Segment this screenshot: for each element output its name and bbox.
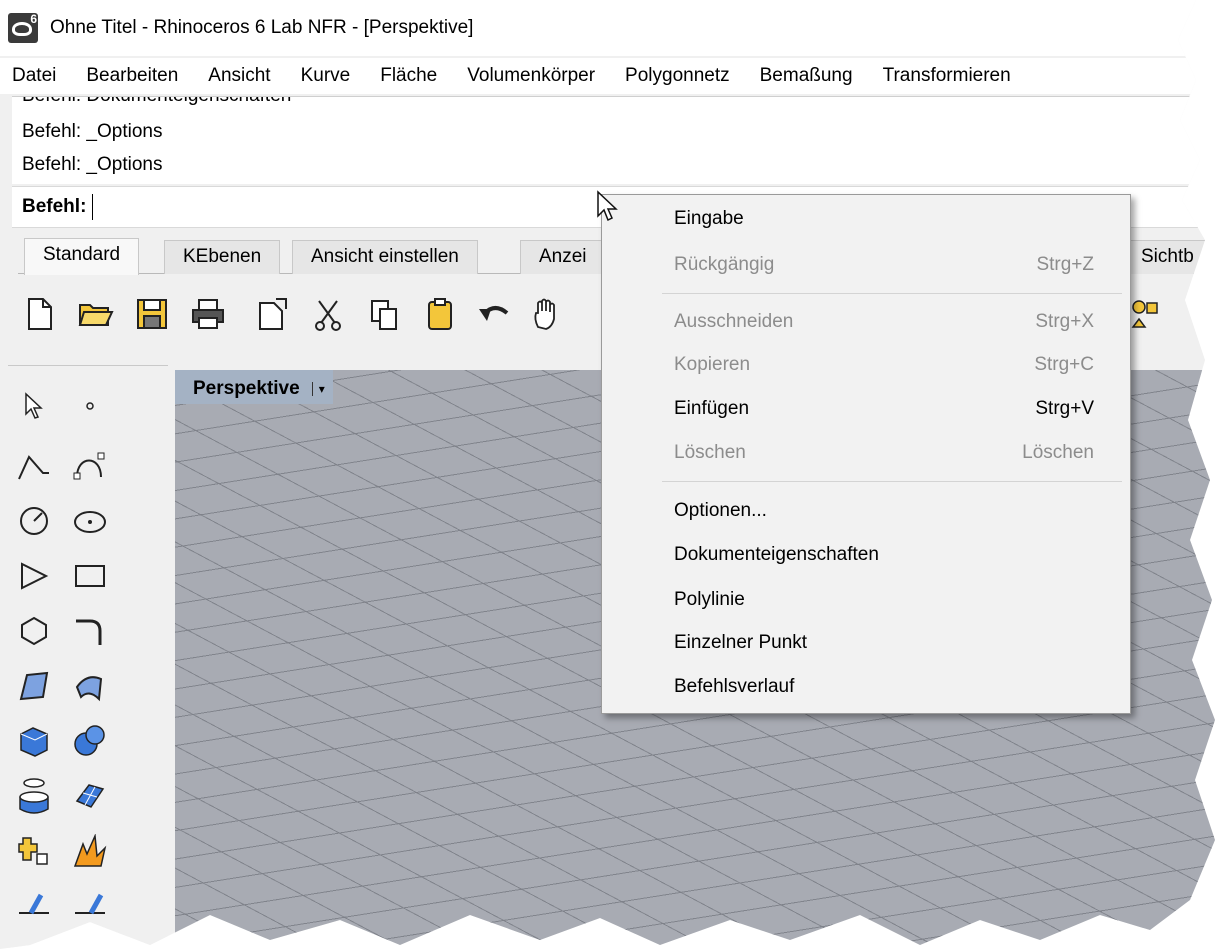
command-history[interactable]: Befehl: Dokumenteigenschaften Befehl: _O… <box>12 96 1212 184</box>
menu-item-ausschneiden[interactable]: Ausschneiden Strg+X <box>674 302 1094 342</box>
menu-item-einzelner-punkt[interactable]: Einzelner Punkt <box>674 623 1094 663</box>
fillet-icon[interactable] <box>70 611 110 651</box>
history-line: Befehl: _Options <box>22 154 163 175</box>
command-prompt-label: Befehl: <box>22 196 87 217</box>
box-icon[interactable] <box>14 721 54 761</box>
menu-item-label: Löschen <box>674 442 746 463</box>
menu-flaeche[interactable]: Fläche <box>380 65 437 87</box>
menu-item-label: Optionen... <box>674 500 767 521</box>
menu-item-label: Dokumenteigenschaften <box>674 544 879 565</box>
menu-transformieren[interactable]: Transformieren <box>883 65 1011 87</box>
sphere-icon[interactable] <box>70 721 110 761</box>
menu-item-dokumenteigenschaften[interactable]: Dokumenteigenschaften <box>674 535 1094 575</box>
rhino-window: Ohne Titel - Rhinoceros 6 Lab NFR - [Per… <box>0 0 1215 949</box>
tab-anzeige[interactable]: Anzei <box>520 240 606 274</box>
boolean-icon[interactable] <box>70 831 110 871</box>
viewport-label: Perspektive <box>193 378 300 399</box>
menu-item-shortcut: Strg+X <box>1035 311 1094 332</box>
left-toolbar <box>8 365 168 949</box>
mouse-cursor-icon <box>596 190 622 224</box>
menu-separator <box>662 293 1122 294</box>
menu-item-label: Polylinie <box>674 589 745 610</box>
polygon-icon[interactable] <box>14 611 54 651</box>
point-icon[interactable] <box>70 386 110 426</box>
import-icon[interactable] <box>254 296 290 332</box>
menu-kurve[interactable]: Kurve <box>301 65 351 87</box>
print-icon[interactable] <box>190 296 226 332</box>
rhino-app-icon[interactable] <box>8 12 38 43</box>
menu-item-loeschen[interactable]: Löschen Löschen <box>674 433 1094 473</box>
menu-item-label: Rückgängig <box>674 254 775 275</box>
menu-datei[interactable]: Datei <box>12 65 56 87</box>
select-arrow-icon[interactable] <box>14 386 54 426</box>
history-line: Befehl: _Options <box>22 121 163 142</box>
menu-item-polylinie[interactable]: Polylinie <box>674 580 1094 620</box>
menu-item-label: Kopieren <box>674 354 751 375</box>
explode-icon[interactable] <box>14 831 54 871</box>
menu-item-optionen[interactable]: Optionen... <box>674 491 1094 531</box>
menu-item-label: Ausschneiden <box>674 311 794 332</box>
arc-icon[interactable] <box>14 556 54 596</box>
menu-separator <box>662 481 1122 482</box>
title-bar: Ohne Titel - Rhinoceros 6 Lab NFR - [Per… <box>0 0 1215 56</box>
menu-item-label: Eingabe <box>674 208 744 229</box>
tab-standard[interactable]: Standard <box>24 238 140 275</box>
surface-points-icon[interactable] <box>14 666 54 706</box>
menu-item-eingabe[interactable]: Eingabe <box>674 199 1094 239</box>
dim-left-icon[interactable] <box>14 886 54 926</box>
menu-volumenkoerper[interactable]: Volumenkörper <box>467 65 595 87</box>
menu-bemassung[interactable]: Bemaßung <box>760 65 853 87</box>
rectangle-icon[interactable] <box>70 556 110 596</box>
dim-right-icon[interactable] <box>70 886 110 926</box>
save-icon[interactable] <box>134 296 170 332</box>
menu-polygonnetz[interactable]: Polygonnetz <box>625 65 730 87</box>
viewport-tab[interactable]: Perspektive ▾ <box>175 370 333 404</box>
surface-edge-icon[interactable] <box>70 666 110 706</box>
new-file-icon[interactable] <box>22 296 58 332</box>
open-folder-icon[interactable] <box>78 296 114 332</box>
menu-bar: Datei Bearbeiten Ansicht Kurve Fläche Vo… <box>0 58 1215 94</box>
menu-item-rueckgaengig[interactable]: Rückgängig Strg+Z <box>674 245 1094 285</box>
menu-item-befehlsverlauf[interactable]: Befehlsverlauf <box>674 667 1094 707</box>
menu-item-shortcut: Strg+V <box>1035 398 1094 419</box>
menu-item-label: Einfügen <box>674 398 750 419</box>
tab-kebenen[interactable]: KEbenen <box>164 240 281 274</box>
window-title: Ohne Titel - Rhinoceros 6 Lab NFR - [Per… <box>50 17 474 38</box>
pan-hand-icon[interactable] <box>528 296 564 332</box>
menu-item-shortcut: Strg+C <box>1034 354 1094 375</box>
copy-icon[interactable] <box>366 296 402 332</box>
groups-icon[interactable] <box>1128 296 1164 332</box>
paste-icon[interactable] <box>422 296 458 332</box>
menu-item-einfuegen[interactable]: Einfügen Strg+V <box>674 389 1094 429</box>
ellipse-icon[interactable] <box>70 501 110 541</box>
viewport-dropdown-icon[interactable]: ▾ <box>311 382 325 396</box>
curve-icon[interactable] <box>70 446 110 486</box>
menu-item-label: Befehlsverlauf <box>674 676 795 697</box>
menu-bearbeiten[interactable]: Bearbeiten <box>86 65 178 87</box>
tab-sichtbarkeit[interactable]: Sichtb <box>1122 240 1213 274</box>
context-menu: Eingabe Rückgängig Strg+Z Ausschneiden S… <box>601 194 1131 714</box>
menu-item-shortcut: Löschen <box>1022 442 1094 463</box>
menu-item-label: Einzelner Punkt <box>674 632 808 653</box>
menu-item-kopieren[interactable]: Kopieren Strg+C <box>674 345 1094 385</box>
menu-item-shortcut: Strg+Z <box>1036 254 1094 275</box>
cut-icon[interactable] <box>310 296 346 332</box>
text-caret <box>92 194 94 220</box>
undo-icon[interactable] <box>476 296 512 332</box>
tab-ansicht-einstellen[interactable]: Ansicht einstellen <box>292 240 478 274</box>
menu-ansicht[interactable]: Ansicht <box>208 65 270 87</box>
cylinder-icon[interactable] <box>14 776 54 816</box>
polyline-icon[interactable] <box>14 446 54 486</box>
history-line: Befehl: Dokumenteigenschaften <box>22 97 291 107</box>
mesh-icon[interactable] <box>70 776 110 816</box>
circle-icon[interactable] <box>14 501 54 541</box>
